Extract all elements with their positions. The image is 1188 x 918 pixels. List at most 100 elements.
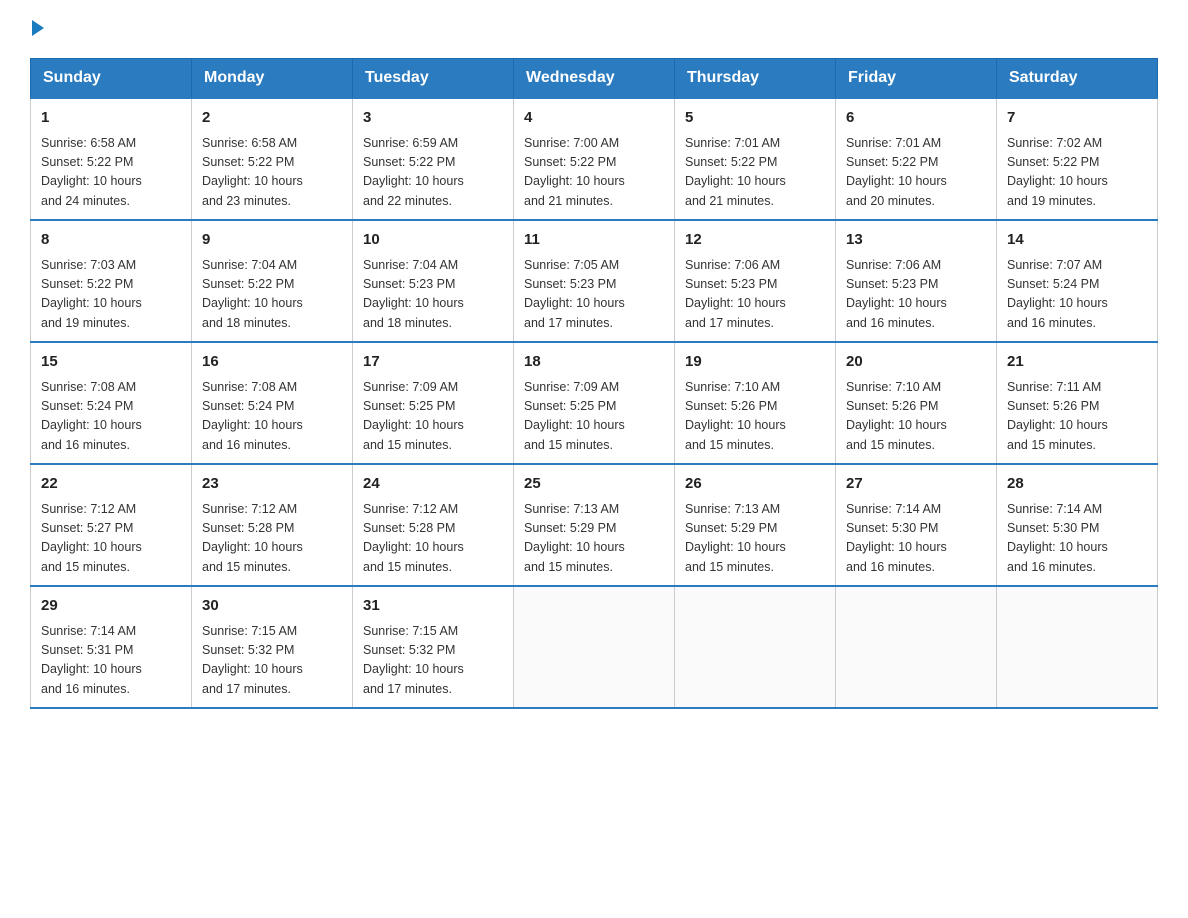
day-info: Sunrise: 7:01 AM Sunset: 5:22 PM Dayligh… bbox=[846, 134, 986, 212]
calendar-cell: 17 Sunrise: 7:09 AM Sunset: 5:25 PM Dayl… bbox=[353, 342, 514, 464]
day-number: 2 bbox=[202, 107, 342, 130]
day-info: Sunrise: 7:11 AM Sunset: 5:26 PM Dayligh… bbox=[1007, 378, 1147, 456]
day-info: Sunrise: 7:02 AM Sunset: 5:22 PM Dayligh… bbox=[1007, 134, 1147, 212]
day-info: Sunrise: 7:15 AM Sunset: 5:32 PM Dayligh… bbox=[363, 622, 503, 700]
day-number: 30 bbox=[202, 595, 342, 618]
col-header-friday: Friday bbox=[836, 59, 997, 99]
calendar-cell: 9 Sunrise: 7:04 AM Sunset: 5:22 PM Dayli… bbox=[192, 220, 353, 342]
day-info: Sunrise: 7:13 AM Sunset: 5:29 PM Dayligh… bbox=[685, 500, 825, 578]
day-number: 31 bbox=[363, 595, 503, 618]
day-number: 16 bbox=[202, 351, 342, 374]
calendar-cell: 26 Sunrise: 7:13 AM Sunset: 5:29 PM Dayl… bbox=[675, 464, 836, 586]
col-header-tuesday: Tuesday bbox=[353, 59, 514, 99]
calendar-week-row: 22 Sunrise: 7:12 AM Sunset: 5:27 PM Dayl… bbox=[31, 464, 1158, 586]
calendar-cell: 19 Sunrise: 7:10 AM Sunset: 5:26 PM Dayl… bbox=[675, 342, 836, 464]
day-number: 23 bbox=[202, 473, 342, 496]
calendar-cell: 13 Sunrise: 7:06 AM Sunset: 5:23 PM Dayl… bbox=[836, 220, 997, 342]
col-header-thursday: Thursday bbox=[675, 59, 836, 99]
day-number: 17 bbox=[363, 351, 503, 374]
day-info: Sunrise: 6:59 AM Sunset: 5:22 PM Dayligh… bbox=[363, 134, 503, 212]
day-info: Sunrise: 7:15 AM Sunset: 5:32 PM Dayligh… bbox=[202, 622, 342, 700]
calendar-cell: 28 Sunrise: 7:14 AM Sunset: 5:30 PM Dayl… bbox=[997, 464, 1158, 586]
day-info: Sunrise: 7:00 AM Sunset: 5:22 PM Dayligh… bbox=[524, 134, 664, 212]
day-info: Sunrise: 7:14 AM Sunset: 5:30 PM Dayligh… bbox=[1007, 500, 1147, 578]
day-info: Sunrise: 7:14 AM Sunset: 5:30 PM Dayligh… bbox=[846, 500, 986, 578]
calendar-cell: 25 Sunrise: 7:13 AM Sunset: 5:29 PM Dayl… bbox=[514, 464, 675, 586]
day-number: 9 bbox=[202, 229, 342, 252]
calendar-cell bbox=[997, 586, 1158, 708]
calendar-week-row: 1 Sunrise: 6:58 AM Sunset: 5:22 PM Dayli… bbox=[31, 98, 1158, 220]
calendar-cell: 20 Sunrise: 7:10 AM Sunset: 5:26 PM Dayl… bbox=[836, 342, 997, 464]
day-number: 25 bbox=[524, 473, 664, 496]
calendar-week-row: 29 Sunrise: 7:14 AM Sunset: 5:31 PM Dayl… bbox=[31, 586, 1158, 708]
calendar-cell: 31 Sunrise: 7:15 AM Sunset: 5:32 PM Dayl… bbox=[353, 586, 514, 708]
calendar-cell: 8 Sunrise: 7:03 AM Sunset: 5:22 PM Dayli… bbox=[31, 220, 192, 342]
calendar-header-row: SundayMondayTuesdayWednesdayThursdayFrid… bbox=[31, 59, 1158, 99]
day-info: Sunrise: 7:06 AM Sunset: 5:23 PM Dayligh… bbox=[846, 256, 986, 334]
calendar-cell: 30 Sunrise: 7:15 AM Sunset: 5:32 PM Dayl… bbox=[192, 586, 353, 708]
calendar-cell: 16 Sunrise: 7:08 AM Sunset: 5:24 PM Dayl… bbox=[192, 342, 353, 464]
day-info: Sunrise: 6:58 AM Sunset: 5:22 PM Dayligh… bbox=[41, 134, 181, 212]
calendar-cell: 29 Sunrise: 7:14 AM Sunset: 5:31 PM Dayl… bbox=[31, 586, 192, 708]
calendar-cell: 12 Sunrise: 7:06 AM Sunset: 5:23 PM Dayl… bbox=[675, 220, 836, 342]
calendar-cell: 6 Sunrise: 7:01 AM Sunset: 5:22 PM Dayli… bbox=[836, 98, 997, 220]
calendar-cell: 14 Sunrise: 7:07 AM Sunset: 5:24 PM Dayl… bbox=[997, 220, 1158, 342]
calendar-cell: 27 Sunrise: 7:14 AM Sunset: 5:30 PM Dayl… bbox=[836, 464, 997, 586]
day-number: 20 bbox=[846, 351, 986, 374]
day-info: Sunrise: 7:10 AM Sunset: 5:26 PM Dayligh… bbox=[685, 378, 825, 456]
day-number: 7 bbox=[1007, 107, 1147, 130]
day-number: 5 bbox=[685, 107, 825, 130]
day-info: Sunrise: 7:09 AM Sunset: 5:25 PM Dayligh… bbox=[524, 378, 664, 456]
day-number: 21 bbox=[1007, 351, 1147, 374]
day-number: 1 bbox=[41, 107, 181, 130]
calendar-cell: 7 Sunrise: 7:02 AM Sunset: 5:22 PM Dayli… bbox=[997, 98, 1158, 220]
col-header-monday: Monday bbox=[192, 59, 353, 99]
day-number: 15 bbox=[41, 351, 181, 374]
day-number: 27 bbox=[846, 473, 986, 496]
day-number: 6 bbox=[846, 107, 986, 130]
logo-arrow-icon bbox=[32, 20, 44, 36]
calendar-week-row: 15 Sunrise: 7:08 AM Sunset: 5:24 PM Dayl… bbox=[31, 342, 1158, 464]
calendar-cell: 10 Sunrise: 7:04 AM Sunset: 5:23 PM Dayl… bbox=[353, 220, 514, 342]
day-info: Sunrise: 7:08 AM Sunset: 5:24 PM Dayligh… bbox=[202, 378, 342, 456]
calendar-cell: 18 Sunrise: 7:09 AM Sunset: 5:25 PM Dayl… bbox=[514, 342, 675, 464]
day-info: Sunrise: 7:12 AM Sunset: 5:28 PM Dayligh… bbox=[202, 500, 342, 578]
calendar-cell bbox=[836, 586, 997, 708]
day-info: Sunrise: 7:10 AM Sunset: 5:26 PM Dayligh… bbox=[846, 378, 986, 456]
day-number: 29 bbox=[41, 595, 181, 618]
day-info: Sunrise: 7:14 AM Sunset: 5:31 PM Dayligh… bbox=[41, 622, 181, 700]
day-number: 26 bbox=[685, 473, 825, 496]
day-info: Sunrise: 7:05 AM Sunset: 5:23 PM Dayligh… bbox=[524, 256, 664, 334]
day-info: Sunrise: 7:09 AM Sunset: 5:25 PM Dayligh… bbox=[363, 378, 503, 456]
logo bbox=[30, 20, 44, 38]
day-info: Sunrise: 7:07 AM Sunset: 5:24 PM Dayligh… bbox=[1007, 256, 1147, 334]
calendar-cell: 22 Sunrise: 7:12 AM Sunset: 5:27 PM Dayl… bbox=[31, 464, 192, 586]
calendar-cell: 3 Sunrise: 6:59 AM Sunset: 5:22 PM Dayli… bbox=[353, 98, 514, 220]
day-number: 28 bbox=[1007, 473, 1147, 496]
day-number: 4 bbox=[524, 107, 664, 130]
day-info: Sunrise: 7:08 AM Sunset: 5:24 PM Dayligh… bbox=[41, 378, 181, 456]
day-info: Sunrise: 7:12 AM Sunset: 5:28 PM Dayligh… bbox=[363, 500, 503, 578]
calendar-cell bbox=[514, 586, 675, 708]
calendar-week-row: 8 Sunrise: 7:03 AM Sunset: 5:22 PM Dayli… bbox=[31, 220, 1158, 342]
calendar-cell: 4 Sunrise: 7:00 AM Sunset: 5:22 PM Dayli… bbox=[514, 98, 675, 220]
calendar-cell: 11 Sunrise: 7:05 AM Sunset: 5:23 PM Dayl… bbox=[514, 220, 675, 342]
calendar-cell: 2 Sunrise: 6:58 AM Sunset: 5:22 PM Dayli… bbox=[192, 98, 353, 220]
day-info: Sunrise: 7:06 AM Sunset: 5:23 PM Dayligh… bbox=[685, 256, 825, 334]
day-info: Sunrise: 7:04 AM Sunset: 5:23 PM Dayligh… bbox=[363, 256, 503, 334]
day-info: Sunrise: 7:12 AM Sunset: 5:27 PM Dayligh… bbox=[41, 500, 181, 578]
col-header-wednesday: Wednesday bbox=[514, 59, 675, 99]
day-number: 14 bbox=[1007, 229, 1147, 252]
calendar-cell: 5 Sunrise: 7:01 AM Sunset: 5:22 PM Dayli… bbox=[675, 98, 836, 220]
col-header-saturday: Saturday bbox=[997, 59, 1158, 99]
col-header-sunday: Sunday bbox=[31, 59, 192, 99]
day-number: 19 bbox=[685, 351, 825, 374]
calendar-cell: 21 Sunrise: 7:11 AM Sunset: 5:26 PM Dayl… bbox=[997, 342, 1158, 464]
page-header bbox=[30, 20, 1158, 38]
calendar-cell: 23 Sunrise: 7:12 AM Sunset: 5:28 PM Dayl… bbox=[192, 464, 353, 586]
day-info: Sunrise: 7:03 AM Sunset: 5:22 PM Dayligh… bbox=[41, 256, 181, 334]
calendar-table: SundayMondayTuesdayWednesdayThursdayFrid… bbox=[30, 58, 1158, 709]
calendar-cell: 24 Sunrise: 7:12 AM Sunset: 5:28 PM Dayl… bbox=[353, 464, 514, 586]
day-info: Sunrise: 7:13 AM Sunset: 5:29 PM Dayligh… bbox=[524, 500, 664, 578]
day-number: 18 bbox=[524, 351, 664, 374]
